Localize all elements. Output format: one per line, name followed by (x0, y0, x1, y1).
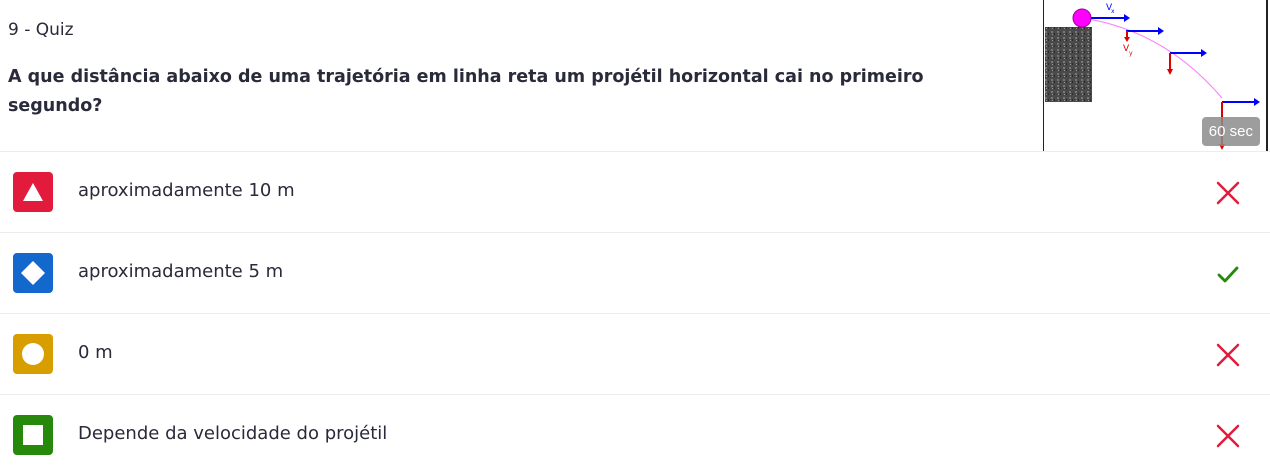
answer-text: aproximadamente 10 m (78, 180, 295, 201)
timer-badge: 60 sec (1201, 117, 1260, 146)
diamond-icon (13, 253, 53, 293)
answer-options: aproximadamente 10 m aproximadamente 5 m… (0, 152, 1270, 472)
answer-option[interactable]: aproximadamente 10 m (0, 152, 1270, 233)
answer-option[interactable]: aproximadamente 5 m (0, 233, 1270, 314)
question-header: 9 - Quiz A que distância abaixo de uma t… (0, 0, 1270, 152)
answer-text: aproximadamente 5 m (78, 261, 284, 282)
vy-sub: y (1129, 50, 1133, 57)
close-icon (1216, 424, 1240, 448)
vx-sub: x (1111, 8, 1115, 15)
question-image[interactable]: V x V y 60 sec (1043, 0, 1268, 151)
triangle-icon (13, 172, 53, 212)
projectile-ball (1072, 8, 1092, 28)
quiz-label: 9 - Quiz (8, 20, 74, 40)
answer-text: 0 m (78, 342, 113, 363)
cliff (1045, 27, 1092, 102)
answer-option[interactable]: Depende da velocidade do projétil (0, 395, 1270, 472)
close-icon (1216, 343, 1240, 367)
answer-option[interactable]: 0 m (0, 314, 1270, 395)
answer-text: Depende da velocidade do projétil (78, 423, 388, 444)
square-icon (13, 415, 53, 455)
circle-icon (13, 334, 53, 374)
question-text: A que distância abaixo de uma trajetória… (8, 67, 924, 116)
close-icon (1216, 181, 1240, 205)
check-icon (1217, 266, 1239, 283)
